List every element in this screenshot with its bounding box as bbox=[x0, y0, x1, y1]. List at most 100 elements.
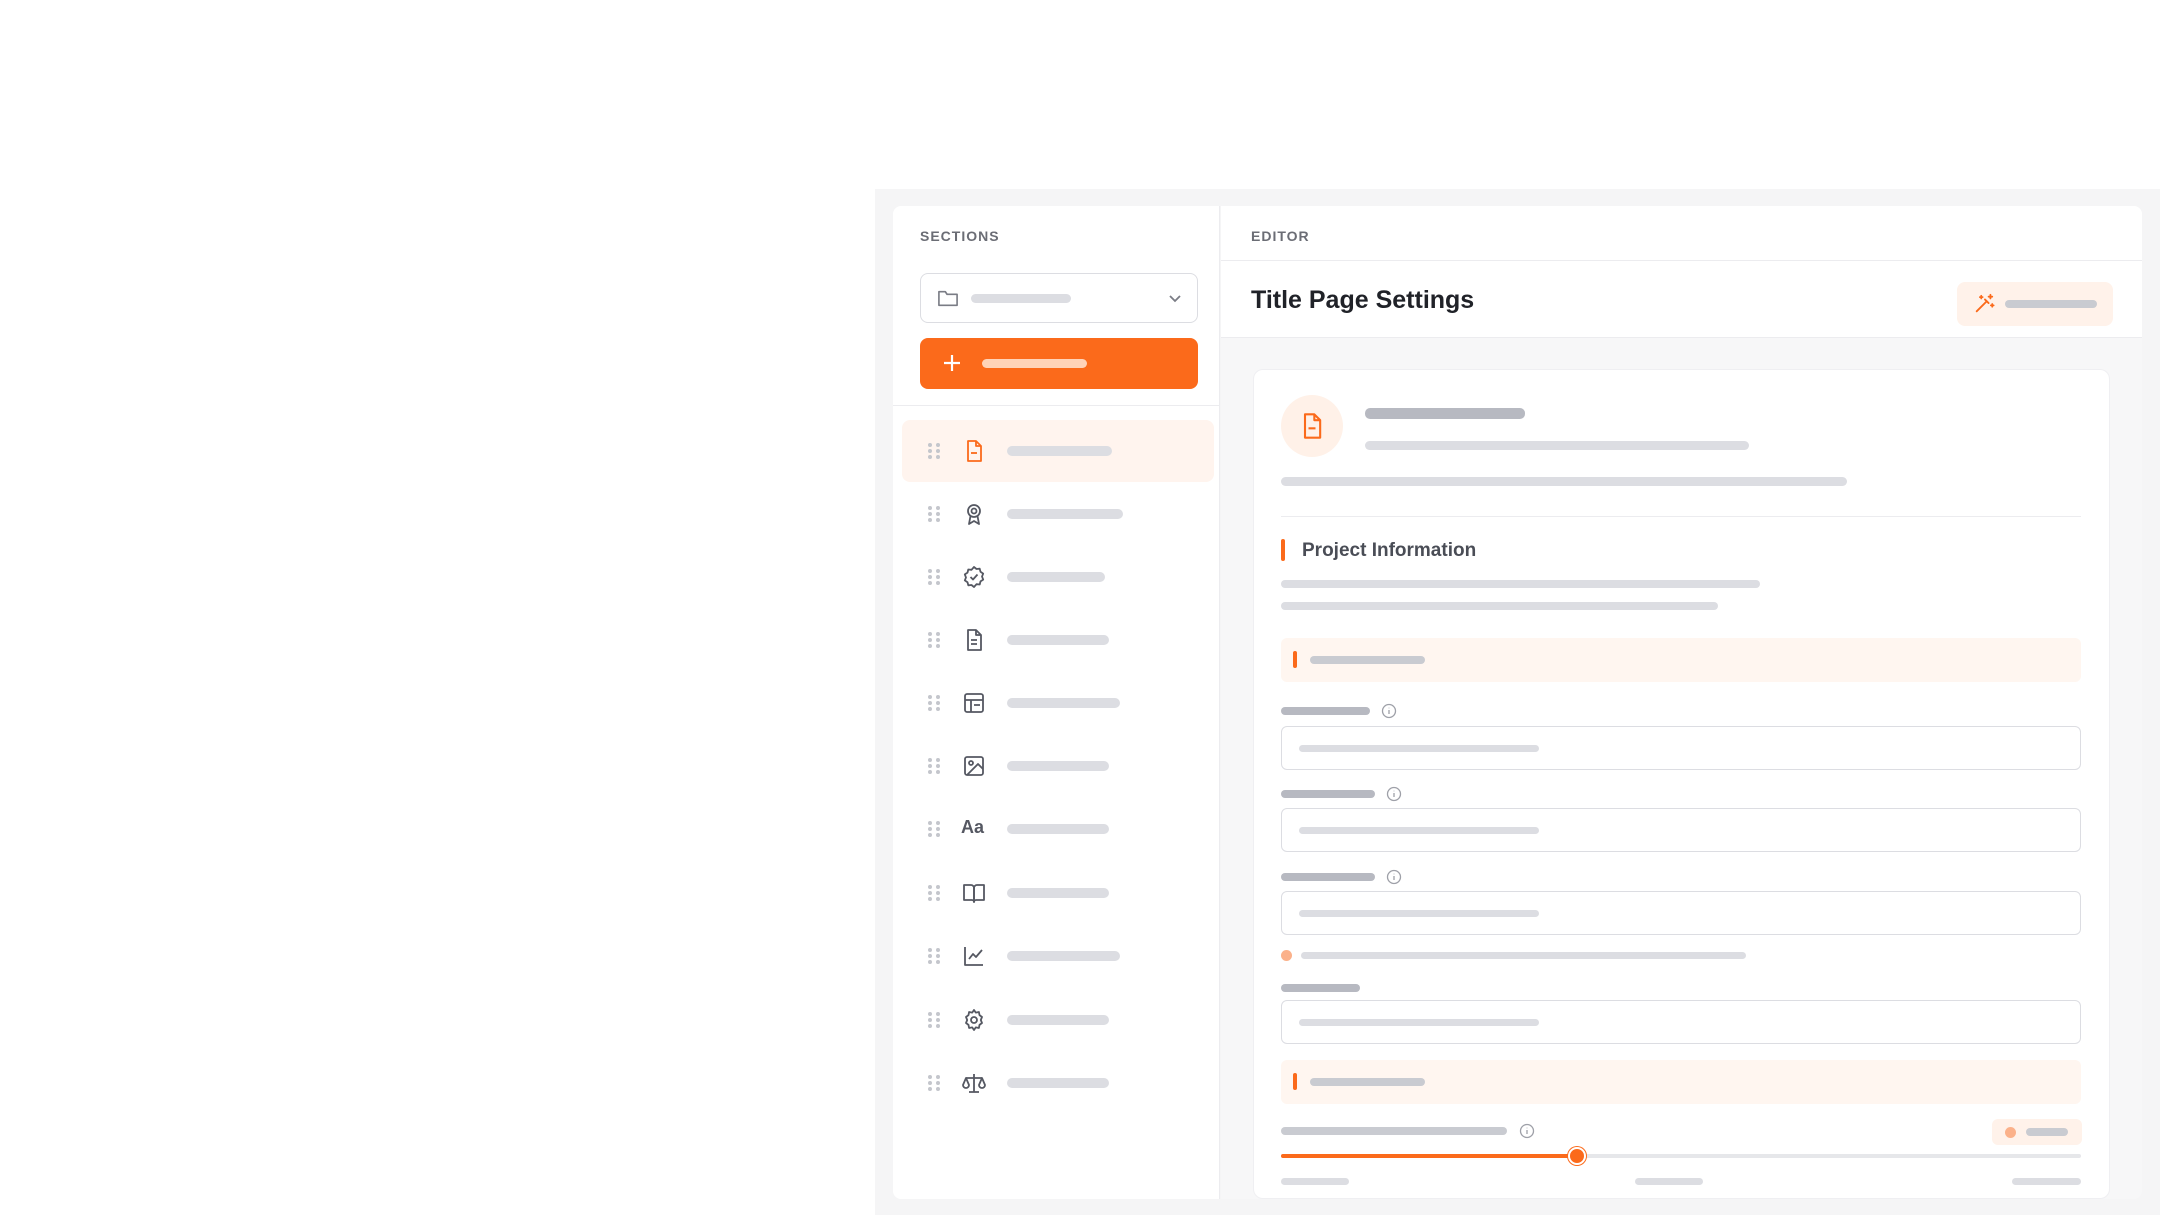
chip-dot bbox=[2005, 1127, 2016, 1138]
editor-header: EDITOR Title Page Settings bbox=[1221, 206, 2142, 338]
subsection-accent-bar bbox=[1293, 1073, 1297, 1090]
image-icon bbox=[964, 756, 984, 776]
slider-min-label-placeholder bbox=[1281, 1178, 1349, 1185]
sidebar-item-certificate[interactable] bbox=[902, 483, 1214, 545]
file-icon bbox=[967, 440, 982, 462]
card-title-placeholder bbox=[1365, 408, 1525, 419]
field-hint-placeholder bbox=[1301, 952, 1746, 959]
drag-handle-icon[interactable] bbox=[927, 568, 941, 586]
editor-label: EDITOR bbox=[1251, 228, 1310, 244]
drag-handle-icon[interactable] bbox=[927, 1074, 941, 1092]
page-title: Title Page Settings bbox=[1251, 286, 1475, 314]
info-icon[interactable] bbox=[1519, 1123, 1535, 1139]
subsection-title-placeholder bbox=[1310, 1078, 1425, 1086]
input-placeholder bbox=[1299, 1019, 1539, 1026]
sidebar-item-title-page[interactable] bbox=[902, 420, 1214, 482]
slider-thumb[interactable] bbox=[1568, 1147, 1586, 1165]
card-subtitle-placeholder bbox=[1365, 441, 1749, 450]
section-heading: Project Information bbox=[1302, 540, 1477, 561]
sections-sidebar: SECTIONS Aa bbox=[893, 206, 1220, 1199]
section-accent-bar bbox=[1281, 539, 1285, 561]
plus-icon bbox=[944, 355, 960, 371]
sidebar-item-document[interactable] bbox=[902, 609, 1214, 671]
sidebar-item-image[interactable] bbox=[902, 735, 1214, 797]
drag-handle-icon[interactable] bbox=[927, 757, 941, 775]
sidebar-divider bbox=[893, 405, 1220, 406]
chevron-down-icon bbox=[1169, 295, 1181, 303]
line-chart-icon bbox=[964, 947, 983, 966]
sidebar-item-label-placeholder bbox=[1007, 761, 1109, 771]
input-placeholder bbox=[1299, 827, 1539, 834]
add-button-label-placeholder bbox=[982, 359, 1087, 368]
info-icon[interactable] bbox=[1386, 786, 1402, 802]
info-icon[interactable] bbox=[1381, 703, 1397, 719]
sidebar-item-chart[interactable] bbox=[902, 925, 1214, 987]
field-label-placeholder bbox=[1281, 873, 1375, 881]
drag-handle-icon[interactable] bbox=[927, 947, 941, 965]
drag-handle-icon[interactable] bbox=[927, 442, 941, 460]
input-placeholder bbox=[1299, 745, 1539, 752]
text-input-field[interactable] bbox=[1281, 891, 2081, 935]
text-input-field[interactable] bbox=[1281, 1000, 2081, 1044]
drag-handle-icon[interactable] bbox=[927, 694, 941, 712]
badge-check-icon bbox=[963, 566, 985, 588]
subsection-title-placeholder bbox=[1310, 656, 1425, 664]
table-layout-icon bbox=[964, 693, 984, 713]
slider-track[interactable] bbox=[1281, 1147, 2081, 1165]
field-label-placeholder bbox=[1281, 1127, 1507, 1135]
drag-handle-icon[interactable] bbox=[927, 884, 941, 902]
section-folder-select[interactable] bbox=[920, 273, 1198, 323]
card-description-placeholder bbox=[1281, 477, 1847, 486]
sidebar-item-label-placeholder bbox=[1007, 1078, 1109, 1088]
typography-icon: Aa bbox=[961, 817, 985, 837]
input-placeholder bbox=[1299, 910, 1539, 917]
drag-handle-icon[interactable] bbox=[927, 505, 941, 523]
sidebar-item-table[interactable] bbox=[902, 672, 1214, 734]
sidebar-item-label-placeholder bbox=[1007, 446, 1112, 456]
subsection-header bbox=[1281, 638, 2081, 682]
info-icon[interactable] bbox=[1386, 869, 1402, 885]
section-description-placeholder bbox=[1281, 580, 1760, 588]
award-icon bbox=[967, 504, 981, 525]
drag-handle-icon[interactable] bbox=[927, 631, 941, 649]
editor-panel: EDITOR Title Page Settings Project Infor… bbox=[1221, 206, 2142, 1199]
ai-generate-button[interactable] bbox=[1957, 282, 2113, 326]
hint-dot bbox=[1281, 950, 1292, 961]
magic-wand-icon bbox=[1975, 293, 1995, 313]
select-value-placeholder bbox=[971, 294, 1071, 303]
slider-mid-label-placeholder bbox=[1635, 1178, 1703, 1185]
sections-label: SECTIONS bbox=[920, 228, 1000, 244]
sidebar-item-settings[interactable] bbox=[902, 989, 1214, 1051]
scale-icon bbox=[962, 1074, 986, 1093]
slider-max-label-placeholder bbox=[2012, 1178, 2081, 1185]
drag-handle-icon[interactable] bbox=[927, 820, 941, 838]
sidebar-item-approval[interactable] bbox=[902, 546, 1214, 608]
sidebar-item-label-placeholder bbox=[1007, 572, 1105, 582]
sidebar-item-typography[interactable]: Aa bbox=[902, 798, 1214, 860]
title-page-settings-card: Project Information bbox=[1253, 369, 2110, 1199]
drag-handle-icon[interactable] bbox=[927, 1011, 941, 1029]
file-text-icon bbox=[967, 629, 982, 651]
section-description-placeholder bbox=[1281, 602, 1718, 610]
sidebar-item-book[interactable] bbox=[902, 862, 1214, 924]
sidebar-item-label-placeholder bbox=[1007, 509, 1123, 519]
text-input-field[interactable] bbox=[1281, 808, 2081, 852]
slider-fill bbox=[1281, 1154, 1577, 1158]
sidebar-item-label-placeholder bbox=[1007, 698, 1120, 708]
sidebar-item-label-placeholder bbox=[1007, 951, 1120, 961]
ai-button-label-placeholder bbox=[2005, 300, 2097, 308]
sidebar-item-legal[interactable] bbox=[902, 1052, 1214, 1114]
sidebar-item-label-placeholder bbox=[1007, 824, 1109, 834]
book-open-icon bbox=[963, 884, 985, 903]
text-input-field[interactable] bbox=[1281, 726, 2081, 770]
slider-value-chip bbox=[1992, 1119, 2082, 1145]
card-divider bbox=[1281, 516, 2081, 517]
file-icon bbox=[1303, 413, 1322, 439]
sidebar-item-label-placeholder bbox=[1007, 635, 1109, 645]
subsection-accent-bar bbox=[1293, 651, 1297, 668]
sidebar-item-label-placeholder bbox=[1007, 1015, 1109, 1025]
chip-value-placeholder bbox=[2026, 1128, 2068, 1136]
document-badge bbox=[1281, 395, 1343, 457]
subsection-header bbox=[1281, 1060, 2081, 1104]
add-section-button[interactable] bbox=[920, 338, 1198, 389]
